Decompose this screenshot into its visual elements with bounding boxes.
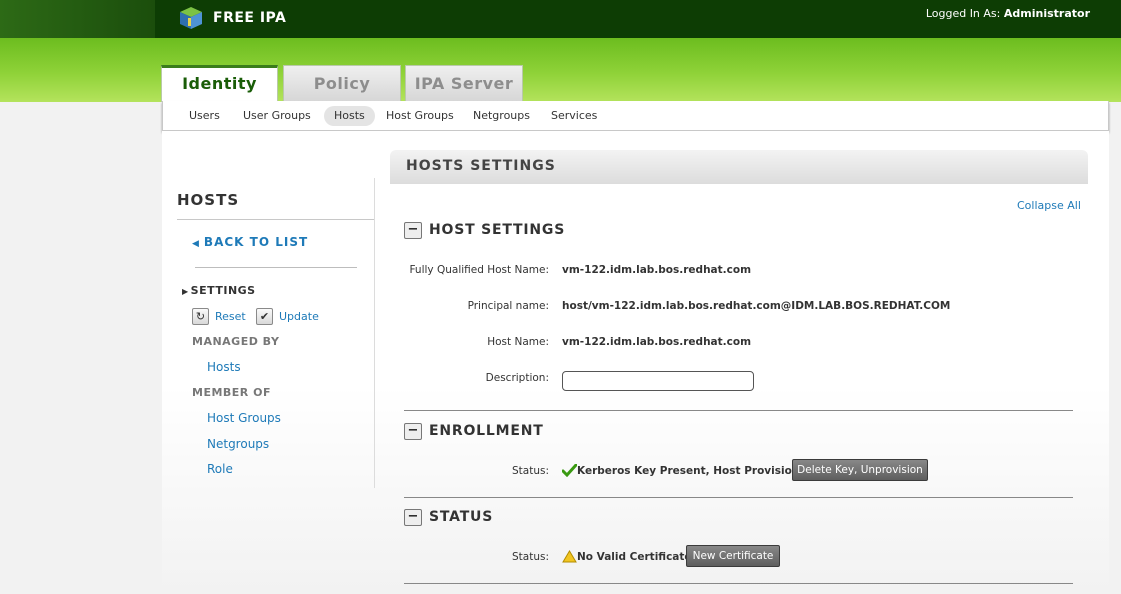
page-title: HOSTS SETTINGS	[406, 158, 556, 174]
enrollment-status: Kerberos Key Present, Host Provisioned:	[562, 464, 818, 477]
subnav-users[interactable]: Users	[179, 106, 230, 126]
reset-button[interactable]: ↻ Reset	[192, 307, 246, 325]
settings-facet[interactable]: ▶ SETTINGS	[182, 284, 256, 297]
description-input[interactable]	[562, 371, 754, 391]
member-of-heading: MEMBER OF	[192, 386, 271, 399]
subnav-host-groups[interactable]: Host Groups	[376, 106, 464, 126]
reset-icon: ↻	[192, 307, 209, 325]
sidebar-title-divider	[177, 219, 374, 220]
tab-identity[interactable]: Identity	[161, 65, 278, 102]
enrollment-status-label: Status:	[512, 465, 549, 477]
content-area	[162, 131, 1109, 594]
warning-icon	[562, 550, 577, 563]
settings-label: SETTINGS	[190, 284, 256, 297]
brand-title: FREE IPA	[213, 10, 287, 26]
status-collapse-icon[interactable]: −	[404, 509, 422, 526]
host-settings-collapse-icon[interactable]: −	[404, 222, 422, 239]
sidebar-title: HOSTS	[177, 191, 240, 209]
login-status: Logged In As: Administrator	[926, 7, 1090, 20]
freeipa-logo-icon	[180, 7, 202, 29]
hostname-label: Host Name:	[487, 336, 549, 348]
section-divider	[404, 583, 1073, 584]
sidebar-divider	[195, 267, 357, 268]
managed-by-heading: MANAGED BY	[192, 335, 280, 348]
sidebar-vertical-divider	[374, 178, 375, 488]
section-divider	[404, 410, 1073, 411]
expand-arrow-icon: ▶	[182, 287, 189, 296]
member-of-host-groups-link[interactable]: Host Groups	[207, 411, 281, 425]
back-arrow-icon: ◀	[192, 239, 200, 249]
logged-in-label: Logged In As:	[925, 7, 1001, 20]
section-divider	[404, 497, 1073, 498]
update-button[interactable]: ✔ Update	[256, 307, 319, 325]
hostname-value: vm-122.idm.lab.bos.redhat.com	[562, 336, 752, 348]
member-of-netgroups-link[interactable]: Netgroups	[207, 437, 269, 451]
host-settings-title: HOST SETTINGS	[429, 222, 566, 238]
certificate-status-label: Status:	[512, 551, 549, 563]
subnav-user-groups[interactable]: User Groups	[233, 106, 321, 126]
new-certificate-button[interactable]: New Certificate	[686, 545, 780, 567]
enrollment-collapse-icon[interactable]: −	[404, 423, 422, 440]
tab-policy[interactable]: Policy	[283, 65, 401, 102]
back-to-list-link[interactable]: ◀ BACK TO LIST	[192, 235, 308, 249]
update-label: Update	[279, 309, 319, 323]
reset-label: Reset	[215, 309, 246, 323]
checkmark-icon	[562, 464, 577, 477]
enrollment-status-value: Kerberos Key Present, Host Provisioned:	[577, 464, 819, 477]
certificate-status: No Valid Certificate:	[562, 550, 696, 563]
fqdn-value: vm-122.idm.lab.bos.redhat.com	[562, 264, 752, 276]
principal-value: host/vm-122.idm.lab.bos.redhat.com@IDM.L…	[562, 300, 951, 312]
logged-in-user: Administrator	[1003, 7, 1090, 20]
enrollment-title: ENROLLMENT	[429, 423, 544, 439]
top-bar-left-accent	[0, 0, 155, 38]
fqdn-label: Fully Qualified Host Name:	[409, 264, 549, 276]
checkmark-icon: ✔	[256, 307, 273, 325]
subnav-netgroups[interactable]: Netgroups	[463, 106, 540, 126]
sub-navigation: Users User Groups Hosts Host Groups Netg…	[162, 101, 1109, 131]
managed-by-hosts-link[interactable]: Hosts	[207, 360, 241, 374]
principal-label: Principal name:	[467, 300, 549, 312]
member-of-role-link[interactable]: Role	[207, 462, 233, 476]
back-to-list-label: BACK TO LIST	[203, 235, 309, 249]
status-title: STATUS	[429, 509, 494, 525]
certificate-status-value: No Valid Certificate:	[577, 550, 696, 563]
tab-ipa-server[interactable]: IPA Server	[405, 65, 523, 102]
collapse-all-link[interactable]: Collapse All	[1017, 199, 1081, 212]
subnav-hosts[interactable]: Hosts	[324, 106, 375, 126]
description-label: Description:	[485, 372, 549, 384]
delete-key-unprovision-button[interactable]: Delete Key, Unprovision	[792, 459, 928, 481]
subnav-services[interactable]: Services	[541, 106, 607, 126]
